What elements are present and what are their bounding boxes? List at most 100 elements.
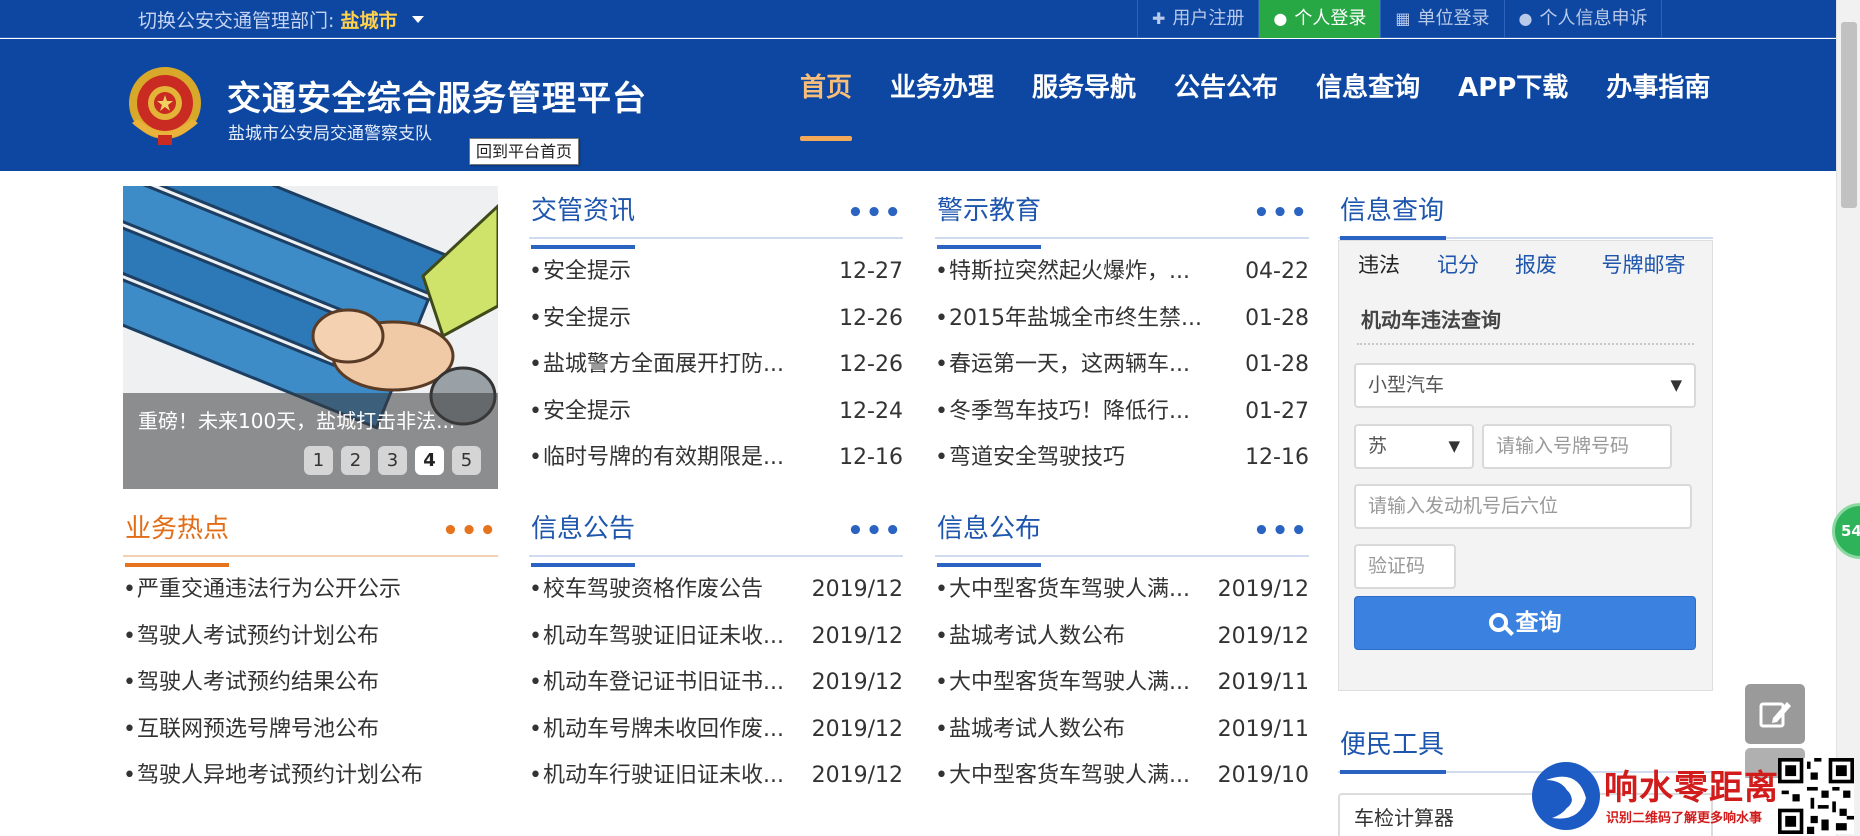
scrollbar-thumb[interactable] — [1841, 22, 1857, 208]
captcha-input[interactable]: 验证码 — [1354, 544, 1456, 589]
list-item[interactable]: • 校车驾驶资格作废公告 2019/12 — [529, 575, 903, 622]
more-icon[interactable]: ••• — [847, 516, 903, 546]
list-item-title[interactable]: 冬季驾车技巧！降低行... — [949, 397, 1190, 427]
carousel-page-3[interactable]: 3 — [378, 446, 407, 475]
list-item[interactable]: • 春运第一天，这两辆车... 01-28 — [935, 350, 1309, 397]
more-icon[interactable]: ••• — [847, 198, 903, 228]
list-item[interactable]: • 机动车行驶证旧证未收... 2019/12 — [529, 761, 903, 808]
caret-down-icon[interactable] — [411, 16, 424, 23]
carousel-page-5[interactable]: 5 — [452, 446, 481, 475]
panel-title[interactable]: 便民工具 — [1340, 724, 1447, 774]
nav-announcements[interactable]: 公告公布 — [1174, 67, 1278, 147]
list-item-title[interactable]: 机动车号牌未收回作废... — [543, 715, 784, 745]
list-item-title[interactable]: 临时号牌的有效期限是... — [543, 443, 784, 473]
list-item-title[interactable]: 大中型客货车驾驶人满... — [949, 668, 1190, 698]
query-submit-button[interactable]: 查询 — [1354, 596, 1696, 650]
list-item-title[interactable]: 盐城考试人数公布 — [949, 715, 1125, 745]
list-item[interactable]: • 特斯拉突然起火爆炸，... 04-22 — [935, 257, 1309, 304]
list-item-title[interactable]: 安全提示 — [543, 257, 631, 287]
panel-title[interactable]: 信息公布 — [937, 508, 1042, 567]
page-scrollbar[interactable] — [1836, 0, 1860, 836]
list-item[interactable]: • 严重交通违法行为公开公示 — [123, 575, 498, 622]
tab-plate-mail[interactable]: 号牌邮寄 — [1575, 241, 1712, 291]
carousel-page-4[interactable]: 4 — [415, 446, 444, 475]
panel-title[interactable]: 业务热点 — [125, 508, 230, 567]
police-emblem-icon[interactable] — [122, 61, 208, 149]
plate-number-input[interactable]: 请输入号牌号码 — [1482, 424, 1672, 469]
carousel-page-1[interactable]: 1 — [304, 446, 333, 475]
list-item-title[interactable]: 大中型客货车驾驶人满... — [949, 761, 1190, 791]
site-title[interactable]: 交通安全综合服务管理平台 — [227, 71, 647, 120]
list-item-title[interactable]: 机动车驾驶证旧证未收... — [543, 622, 784, 652]
list-item[interactable]: • 盐城考试人数公布 2019/11 — [935, 715, 1309, 762]
carousel-page-2[interactable]: 2 — [341, 446, 370, 475]
list-item[interactable]: • 盐城警方全面展开打防... 12-26 — [529, 350, 903, 397]
panel-title[interactable]: 交管资讯 — [531, 190, 636, 249]
list-item-title[interactable]: 弯道安全驾驶技巧 — [949, 443, 1125, 473]
list-item-title[interactable]: 大中型客货车驾驶人满... — [949, 575, 1190, 605]
nav-guide[interactable]: 办事指南 — [1606, 67, 1710, 147]
unit-login-link[interactable]: ▦ 单位登录 — [1380, 0, 1503, 38]
list-item-title[interactable]: 安全提示 — [543, 397, 631, 427]
vehicle-type-select[interactable]: 小型汽车 ▼ — [1354, 363, 1696, 408]
list-item[interactable]: • 驾驶人考试预约计划公布 — [123, 622, 498, 669]
list-item-title[interactable]: 驾驶人异地考试预约计划公布 — [137, 761, 423, 791]
list-item-title[interactable]: 机动车登记证书旧证书... — [543, 668, 784, 698]
list-item[interactable]: • 机动车驾驶证旧证未收... 2019/12 — [529, 622, 903, 669]
more-icon[interactable]: ••• — [1253, 516, 1309, 546]
more-icon[interactable]: ••• — [1253, 198, 1309, 228]
list-item[interactable]: • 弯道安全驾驶技巧 12-16 — [935, 443, 1309, 490]
province-select[interactable]: 苏 ▼ — [1354, 424, 1474, 469]
list-item[interactable]: • 互联网预选号牌号池公布 — [123, 715, 498, 762]
panel-info-publication: 信息公布 ••• • 大中型客货车驾驶人满... 2019/12 • 盐城考试人数公布 20… — [935, 504, 1309, 808]
list-item-title[interactable]: 安全提示 — [543, 304, 631, 334]
tab-points[interactable]: 记分 — [1419, 241, 1497, 291]
personal-login-link[interactable]: ● 个人登录 — [1258, 0, 1381, 38]
user-register-link[interactable]: ✚ 用户注册 — [1137, 0, 1258, 38]
personal-info-appeal-link[interactable]: ● 个人信息申诉 — [1503, 0, 1663, 38]
list-item-title[interactable]: 2015年盐城全市终生禁... — [949, 304, 1202, 334]
list-item-title[interactable]: 机动车行驶证旧证未收... — [543, 761, 784, 791]
list-item[interactable]: • 盐城考试人数公布 2019/12 — [935, 622, 1309, 669]
list-item[interactable]: • 驾驶人异地考试预约计划公布 — [123, 761, 498, 808]
list-item-title[interactable]: 驾驶人考试预约计划公布 — [137, 622, 379, 652]
news-carousel[interactable]: 重磅！未来100天，盐城打击非法... 1 2 3 4 5 — [123, 186, 498, 489]
list-item[interactable]: • 机动车号牌未收回作废... 2019/12 — [529, 715, 903, 762]
list-item[interactable]: • 大中型客货车驾驶人满... 2019/12 — [935, 575, 1309, 622]
list-item-title[interactable]: 校车驾驶资格作废公告 — [543, 575, 763, 605]
list-item-title[interactable]: 互联网预选号牌号池公布 — [137, 715, 379, 745]
list-item-title[interactable]: 盐城警方全面展开打防... — [543, 350, 784, 380]
nav-home[interactable]: 首页 — [800, 67, 853, 147]
list-item[interactable]: • 2015年盐城全市终生禁... 01-28 — [935, 304, 1309, 351]
list-item[interactable]: • 安全提示 12-24 — [529, 397, 903, 444]
list-item[interactable]: • 大中型客货车驾驶人满... 2019/10 — [935, 761, 1309, 808]
list-item-title[interactable]: 盐城考试人数公布 — [949, 622, 1125, 652]
list-item-title[interactable]: 春运第一天，这两辆车... — [949, 350, 1190, 380]
list-item-title[interactable]: 特斯拉突然起火爆炸，... — [949, 257, 1190, 287]
list-item[interactable]: • 冬季驾车技巧！降低行... 01-27 — [935, 397, 1309, 444]
list-item[interactable]: • 临时号牌的有效期限是... 12-16 — [529, 443, 903, 490]
feedback-button[interactable] — [1745, 684, 1805, 744]
list-item-title[interactable]: 驾驶人考试预约结果公布 — [137, 668, 379, 698]
department-city[interactable]: 盐城市 — [340, 10, 397, 32]
nav-app-download[interactable]: APP下载 — [1458, 67, 1568, 147]
department-switcher[interactable]: 切换公安交通管理部门: 盐城市 — [138, 6, 424, 33]
tab-scrap[interactable]: 报废 — [1497, 241, 1575, 291]
carousel-caption[interactable]: 重磅！未来100天，盐城打击非法... — [138, 405, 455, 434]
bullet-icon: • — [935, 716, 948, 742]
more-icon[interactable]: ••• — [442, 516, 498, 546]
list-item[interactable]: • 安全提示 12-26 — [529, 304, 903, 351]
list-item[interactable]: • 大中型客货车驾驶人满... 2019/11 — [935, 668, 1309, 715]
list-item[interactable]: • 驾驶人考试预约结果公布 — [123, 668, 498, 715]
nav-service-guide[interactable]: 服务导航 — [1032, 67, 1136, 147]
panel-title[interactable]: 信息公告 — [531, 508, 636, 567]
tab-violation[interactable]: 违法 — [1339, 241, 1419, 291]
nav-business[interactable]: 业务办理 — [890, 67, 994, 147]
panel-title[interactable]: 信息查询 — [1340, 190, 1447, 240]
nav-info-query[interactable]: 信息查询 — [1316, 67, 1420, 147]
list-item[interactable]: • 机动车登记证书旧证书... 2019/12 — [529, 668, 903, 715]
panel-title[interactable]: 警示教育 — [937, 190, 1042, 249]
list-item[interactable]: • 安全提示 12-27 — [529, 257, 903, 304]
list-item-title[interactable]: 严重交通违法行为公开公示 — [137, 575, 401, 605]
engine-number-input[interactable]: 请输入发动机号后六位 — [1354, 484, 1692, 529]
